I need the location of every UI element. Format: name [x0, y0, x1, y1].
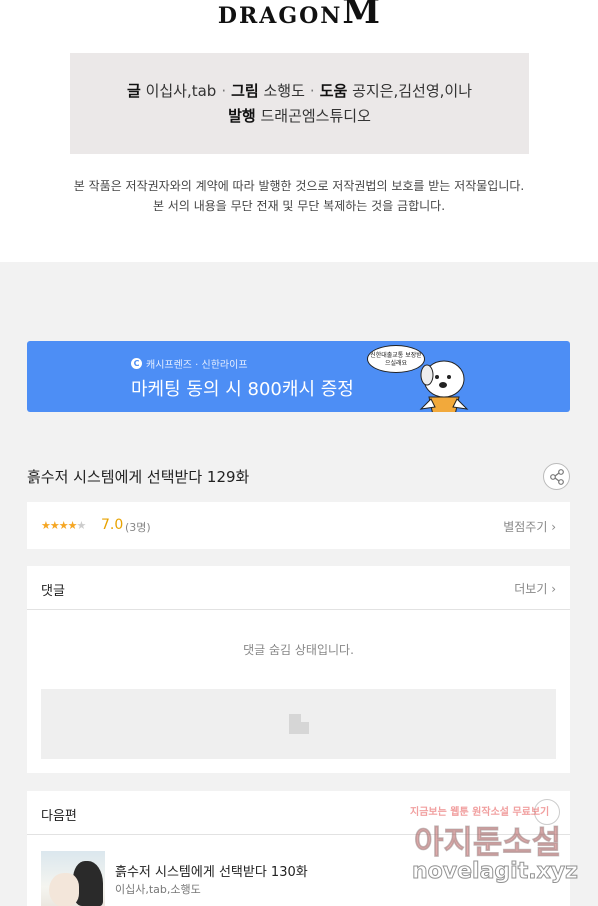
comments-hidden-message: 댓글 숨김 상태입니다.	[243, 643, 354, 657]
credit-box: 글 이십사,tab · 그림 소행도 · 도움 공지은,김선영,이나 발행 드래곤엠스튜…	[70, 53, 529, 154]
credit-line-1: 글 이십사,tab · 그림 소행도 · 도움 공지은,김선영,이나	[126, 82, 473, 100]
next-episode-title[interactable]: 흙수저 시스템에게 선택받다 130화	[115, 861, 308, 880]
star-rating-icon: ★★★★★	[41, 519, 86, 532]
ad-banner[interactable]: C 캐시프렌즈 · 신한라이프 마케팅 동의 시 800캐시 증정 신한대출교통…	[27, 341, 570, 412]
next-episode-header: 다음편	[27, 791, 570, 835]
close-icon[interactable]	[534, 799, 560, 825]
share-icon	[550, 469, 564, 485]
rating-score: 7.0	[101, 517, 124, 533]
rate-button[interactable]: 별점주기 ›	[503, 518, 556, 535]
episode-title: 흙수저 시스템에게 선택받다 129화	[27, 468, 250, 486]
comments-more-link[interactable]: 더보기 ›	[514, 580, 556, 597]
credit-line-2: 발행 드래곤엠스튜디오	[228, 107, 371, 125]
copyright-notice: 본 작품은 저작권자와의 계약에 따라 발행한 것으로 저작권법의 보호를 받는…	[0, 176, 598, 216]
rating-count: (3명)	[125, 521, 151, 534]
share-button[interactable]	[543, 463, 570, 490]
cash-icon: C	[131, 358, 142, 369]
comments-card: 댓글 더보기 › 댓글 숨김 상태입니다.	[27, 566, 570, 773]
dog-illustration	[419, 360, 469, 412]
next-episode-thumbnail[interactable]	[41, 851, 105, 906]
copyright-line-2: 본 서의 내용을 무단 전재 및 무단 복제하는 것을 금합니다.	[152, 199, 446, 213]
rating-card: ★★★★★ 7.0 (3명) 별점주기 ›	[27, 502, 570, 549]
comments-header: 댓글 더보기 ›	[27, 566, 570, 610]
next-episode-card: 다음편 흙수저 시스템에게 선택받다 130화 이십사,tab,소행도	[27, 791, 570, 906]
banner-sponsor: C 캐시프렌즈 · 신한라이프	[131, 356, 248, 371]
ad-placeholder	[41, 689, 556, 759]
next-episode-label: 다음편	[41, 809, 77, 824]
image-placeholder-icon	[289, 714, 309, 734]
publisher-logo: DRAGONM	[217, 0, 381, 32]
comments-label: 댓글	[41, 584, 65, 599]
banner-headline: 마케팅 동의 시 800캐시 증정	[131, 379, 354, 400]
copyright-line-1: 본 작품은 저작권자와의 계약에 따라 발행한 것으로 저작권법의 보호를 받는…	[73, 179, 525, 193]
credits-section: DRAGONM 글 이십사,tab · 그림 소행도 · 도움 공지은,김선영,이나 발…	[0, 0, 598, 262]
next-episode-author: 이십사,tab,소행도	[115, 883, 201, 896]
